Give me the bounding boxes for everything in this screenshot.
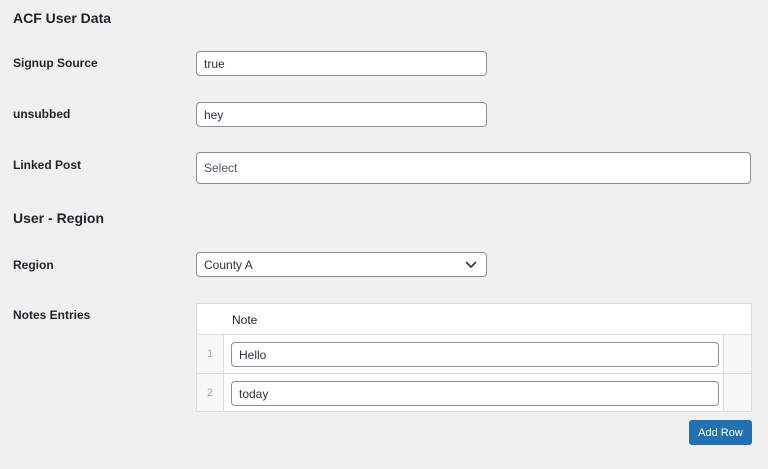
unsubbed-label: unsubbed [13, 107, 71, 121]
region-selected-value: County A [204, 257, 253, 272]
region-label: Region [13, 258, 54, 272]
notes-repeater-table: Note 1 2 [196, 303, 752, 412]
unsubbed-input[interactable] [196, 102, 487, 127]
region-select[interactable]: County A [196, 252, 487, 277]
row-handle[interactable]: 1 [197, 335, 223, 373]
table-row: 1 [197, 335, 751, 374]
section-title-user-region: User - Region [13, 210, 105, 226]
signup-source-label: Signup Source [13, 56, 98, 70]
order-column-header [197, 304, 223, 334]
actions-column-header [724, 304, 751, 334]
note-input[interactable] [231, 381, 719, 406]
chevron-down-icon[interactable] [456, 253, 486, 276]
note-column-header: Note [232, 313, 258, 327]
repeater-header: Note [197, 304, 751, 335]
add-row-button[interactable]: Add Row [689, 420, 752, 445]
linked-post-label: Linked Post [13, 158, 82, 172]
linked-post-select[interactable]: Select [196, 152, 751, 184]
section-title-acf-user-data: ACF User Data [13, 10, 112, 26]
linked-post-placeholder: Select [204, 161, 238, 175]
row-handle[interactable]: 2 [197, 374, 223, 412]
notes-entries-label: Notes Entries [13, 308, 91, 322]
note-input[interactable] [231, 342, 719, 367]
signup-source-input[interactable] [196, 51, 487, 76]
table-row: 2 [197, 374, 751, 412]
